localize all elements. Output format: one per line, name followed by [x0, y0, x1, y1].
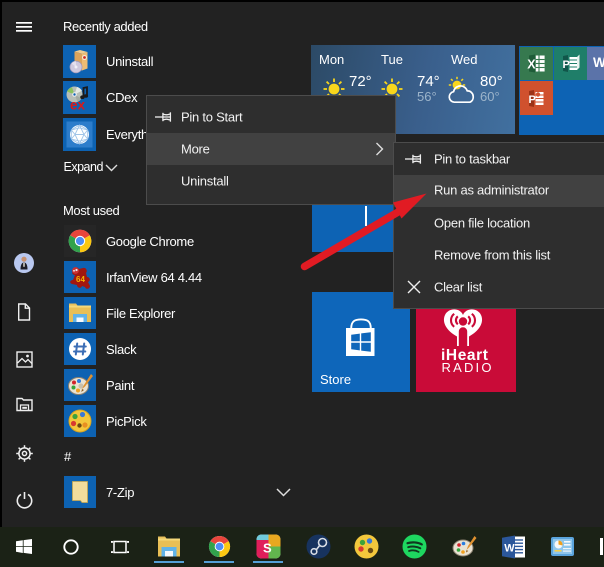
svg-text:P: P — [529, 94, 536, 106]
svg-text:P: P — [562, 59, 569, 71]
svg-text:W: W — [504, 543, 515, 555]
svg-text:S: S — [263, 541, 272, 556]
svg-text:64: 64 — [76, 275, 85, 284]
svg-text:ex: ex — [70, 98, 86, 113]
svg-text:X: X — [527, 58, 536, 72]
